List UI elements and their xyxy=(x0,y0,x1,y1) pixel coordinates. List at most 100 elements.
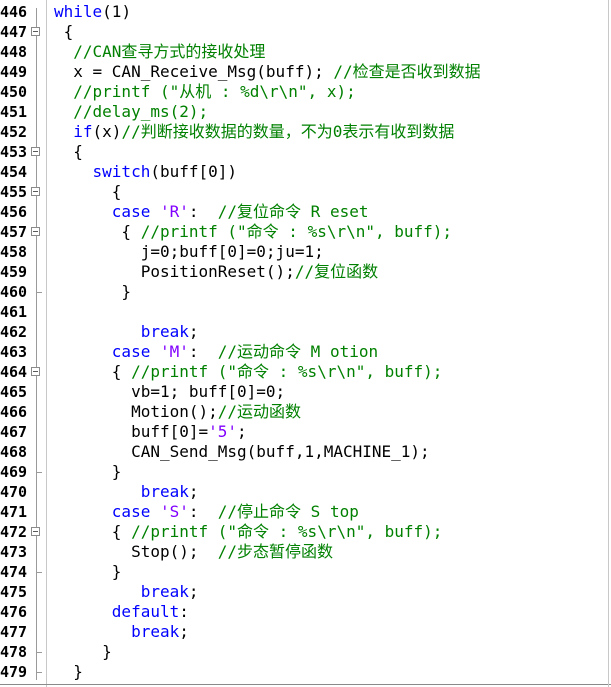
code-line[interactable]: 450 //printf ("从机 : %d\r\n", x); xyxy=(0,82,611,102)
code-text: { //printf ("命令 : %s\r\n", buff); xyxy=(54,222,452,242)
code-line[interactable]: 456 case 'R': //复位命令 R eset xyxy=(0,202,611,222)
line-number: 446 xyxy=(0,3,28,21)
code-token: PositionReset(); xyxy=(54,262,295,281)
keyword-token: break xyxy=(131,622,180,641)
code-line[interactable]: 462 break; xyxy=(0,322,611,342)
code-line[interactable]: 465 vb=1; buff[0]=0; xyxy=(0,382,611,402)
code-token: ; xyxy=(188,482,199,501)
code-line[interactable]: 455 { xyxy=(0,182,611,202)
code-text: case 'M': //运动命令 M otion xyxy=(54,342,378,362)
code-line[interactable]: 453 { xyxy=(0,142,611,162)
code-line[interactable]: 448 //CAN查寻方式的接收处理 xyxy=(0,42,611,62)
code-text: Stop(); //步态暂停函数 xyxy=(54,542,333,562)
string-token: '5' xyxy=(208,422,238,441)
code-line[interactable]: 475 break; xyxy=(0,582,611,602)
line-number: 468 xyxy=(0,443,28,461)
code-line[interactable]: 463 case 'M': //运动命令 M otion xyxy=(0,342,611,362)
code-text: vb=1; buff[0]=0; xyxy=(54,382,285,402)
keyword-token: break xyxy=(140,322,189,341)
code-line[interactable]: 459 PositionReset();//复位函数 xyxy=(0,262,611,282)
code-token: CAN_Send_Msg(buff,1,MACHINE_1); xyxy=(54,442,430,461)
code-token: Motion(); xyxy=(54,402,218,421)
code-line[interactable]: 466 Motion();//运动函数 xyxy=(0,402,611,422)
code-line[interactable]: 479 } xyxy=(0,662,611,682)
code-token: } xyxy=(54,562,122,581)
comment-token: //printf ("命令 : %s\r\n", buff); xyxy=(131,362,443,381)
comment-token: //运动函数 xyxy=(217,402,302,421)
code-line[interactable]: 447 { xyxy=(0,22,611,42)
fold-collapse-icon[interactable] xyxy=(31,27,40,36)
code-text: PositionReset();//复位函数 xyxy=(54,262,378,282)
code-token: (buff[0]) xyxy=(150,162,238,181)
code-text: } xyxy=(54,662,83,682)
code-editor[interactable]: 446 while(1) 447 {448 //CAN查寻方式的接收处理 449 x … xyxy=(0,0,611,687)
line-number: 471 xyxy=(0,503,28,521)
code-token: } xyxy=(54,462,122,481)
comment-token: //步态暂停函数 xyxy=(217,542,334,561)
line-number: 476 xyxy=(0,603,28,621)
code-token: ; xyxy=(237,422,247,441)
editor-bottom-border xyxy=(0,684,611,685)
line-number: 455 xyxy=(0,183,28,201)
code-line[interactable]: 472 { //printf ("命令 : %s\r\n", buff); xyxy=(0,522,611,542)
code-line[interactable]: 467 buff[0]='5'; xyxy=(0,422,611,442)
code-line[interactable]: 461 xyxy=(0,302,611,322)
code-text: //delay_ms(2); xyxy=(54,102,208,122)
code-token: ; xyxy=(188,582,199,601)
line-number: 449 xyxy=(0,63,28,81)
code-token: buff[0]= xyxy=(54,422,209,441)
code-line[interactable]: 470 break; xyxy=(0,482,611,502)
line-number: 460 xyxy=(0,283,28,301)
code-text: Motion();//运动函数 xyxy=(54,402,301,422)
line-number: 479 xyxy=(0,663,28,681)
code-line[interactable]: 473 Stop(); //步态暂停函数 xyxy=(0,542,611,562)
code-line[interactable]: 449 x = CAN_Receive_Msg(buff); //检查是否收到数… xyxy=(0,62,611,82)
line-number: 451 xyxy=(0,103,28,121)
fold-collapse-icon[interactable] xyxy=(31,527,40,536)
fold-collapse-icon[interactable] xyxy=(31,227,40,236)
line-number: 473 xyxy=(0,543,28,561)
code-line[interactable]: 458 j=0;buff[0]=0;ju=1; xyxy=(0,242,611,262)
code-line[interactable]: 476 default: xyxy=(0,602,611,622)
code-line[interactable]: 477 break; xyxy=(0,622,611,642)
line-number: 470 xyxy=(0,483,28,501)
comment-token: //delay_ms(2); xyxy=(73,102,209,121)
code-token: : xyxy=(188,342,218,361)
code-text: CAN_Send_Msg(buff,1,MACHINE_1); xyxy=(54,442,430,462)
code-line[interactable]: 457 { //printf ("命令 : %s\r\n", buff); xyxy=(0,222,611,242)
code-text: //printf ("从机 : %d\r\n", x); xyxy=(54,82,356,102)
code-text: } xyxy=(54,642,112,662)
code-token: { xyxy=(54,522,132,541)
line-number: 474 xyxy=(0,563,28,581)
line-number: 475 xyxy=(0,583,28,601)
code-token: (1) xyxy=(102,2,132,21)
comment-token: //printf ("从机 : %d\r\n", x); xyxy=(73,82,356,101)
code-line[interactable]: 469 } xyxy=(0,462,611,482)
code-text: break; xyxy=(54,582,199,602)
code-text: } xyxy=(54,462,122,482)
code-text: if(x)//判断接收数据的数量，不为0表示有收到数据 xyxy=(54,122,454,142)
code-line[interactable]: 460 } xyxy=(0,282,611,302)
code-line[interactable]: 468 CAN_Send_Msg(buff,1,MACHINE_1); xyxy=(0,442,611,462)
code-line[interactable]: 452 if(x)//判断接收数据的数量，不为0表示有收到数据 xyxy=(0,122,611,142)
fold-collapse-icon[interactable] xyxy=(31,367,40,376)
code-line[interactable]: 471 case 'S': //停止命令 S top xyxy=(0,502,611,522)
code-line[interactable]: 478 } xyxy=(0,642,611,662)
code-text: break; xyxy=(54,622,189,642)
code-text: while(1) xyxy=(54,2,131,22)
fold-collapse-icon[interactable] xyxy=(31,147,40,156)
code-text: { xyxy=(54,142,83,162)
fold-collapse-icon[interactable] xyxy=(31,187,40,196)
line-number: 464 xyxy=(0,363,28,381)
code-token: ; xyxy=(179,622,189,641)
code-token: { xyxy=(54,142,83,161)
code-line[interactable]: 451 //delay_ms(2); xyxy=(0,102,611,122)
code-line[interactable]: 454 switch(buff[0]) xyxy=(0,162,611,182)
code-line[interactable]: 474 } xyxy=(0,562,611,582)
code-line[interactable]: 464 { //printf ("命令 : %s\r\n", buff); xyxy=(0,362,611,382)
code-line[interactable]: 446 while(1) xyxy=(0,2,611,22)
